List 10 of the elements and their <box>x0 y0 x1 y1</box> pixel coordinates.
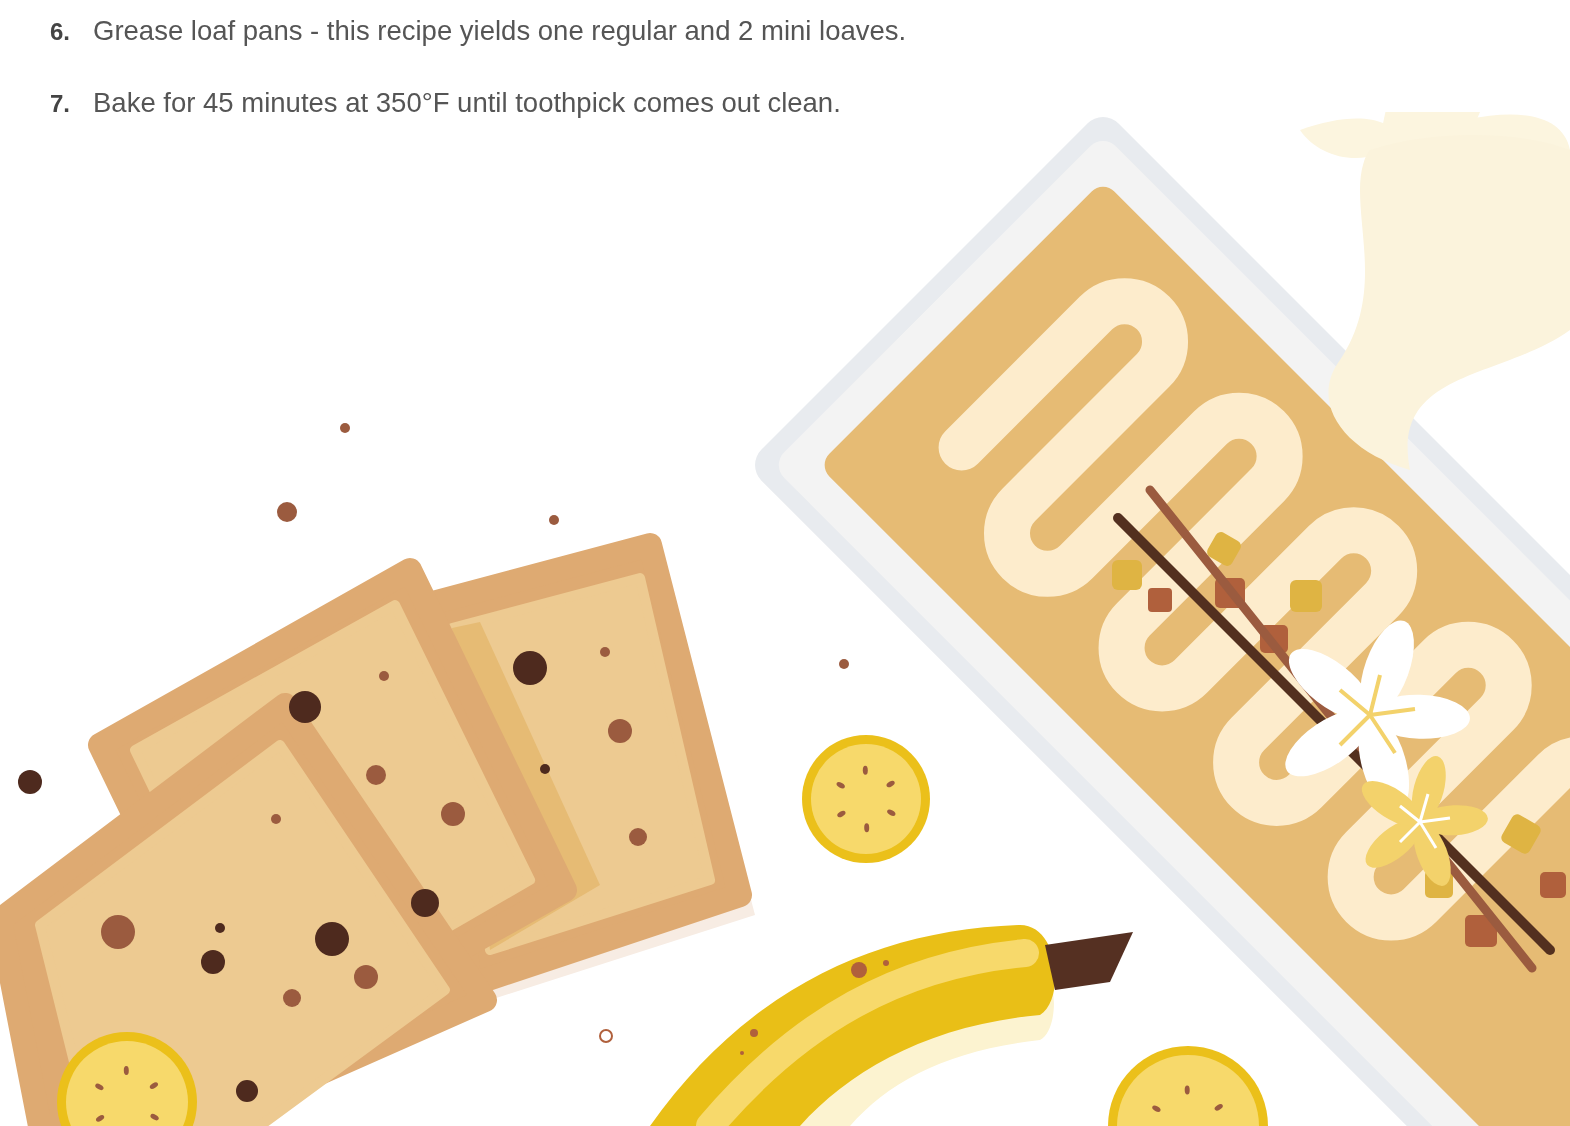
step-number: 7. <box>50 89 71 119</box>
crumb-dot <box>340 423 350 433</box>
step-text: Bake for 45 minutes at 350°F until toothpick comes out clean. <box>93 86 841 120</box>
crumb-dot <box>277 502 297 522</box>
crumb-dot <box>18 770 42 794</box>
crumb-dot <box>549 515 559 525</box>
crumb-dot <box>839 659 849 669</box>
step-number: 6. <box>50 17 71 47</box>
crumb-ring <box>599 1029 613 1043</box>
step-text: Grease loaf pans - this recipe yields one regular and 2 mini loaves. <box>93 14 907 48</box>
